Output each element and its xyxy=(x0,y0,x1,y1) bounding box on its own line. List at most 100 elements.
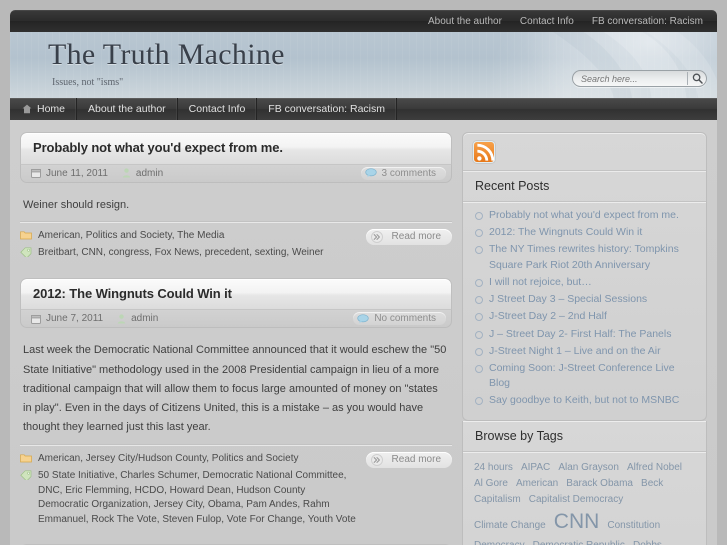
search-icon[interactable] xyxy=(688,71,706,86)
page-root: About the author Contact Info FB convers… xyxy=(0,0,727,545)
rss-area xyxy=(463,133,706,171)
search-box[interactable] xyxy=(572,70,707,87)
list-item: J-Street Night 1 – Live and on the Air xyxy=(475,344,696,359)
tag-link[interactable]: Capitalism xyxy=(474,494,521,505)
search-input[interactable] xyxy=(573,73,687,84)
recent-post-link[interactable]: The NY Times rewrites history: Tompkins … xyxy=(489,243,679,270)
post-header: 2012: The Wingnuts Could Win it xyxy=(20,277,452,310)
browse-by-tags-widget: Browse by Tags 24 hours AIPAC Alan Grays… xyxy=(462,420,707,545)
topbar-link-about[interactable]: About the author xyxy=(428,16,502,27)
site-wrapper: About the author Contact Info FB convers… xyxy=(10,10,717,545)
tag-link[interactable]: Beck xyxy=(641,478,663,489)
nav-item-contact-label: Contact Info xyxy=(188,103,246,115)
post-categories-row: American, Jersey City/Hudson County, Pol… xyxy=(20,452,358,467)
post-body: Weiner should resign. xyxy=(23,198,130,211)
post-meta-bar: June 7, 2011 admin No comments xyxy=(20,309,452,329)
post-comments-count: 3 comments xyxy=(381,167,436,179)
tag-icon xyxy=(20,469,32,481)
recent-post-link[interactable]: J – Street Day 2- First Half: The Panels xyxy=(489,328,671,340)
list-item: J – Street Day 2- First Half: The Panels xyxy=(475,327,696,342)
recent-post-link[interactable]: J-Street Night 1 – Live and on the Air xyxy=(489,345,661,357)
post-categories[interactable]: American, Politics and Society, The Medi… xyxy=(38,229,224,244)
tag-link[interactable]: Dobbs xyxy=(633,540,662,545)
post-tags[interactable]: 50 State Initiative, Charles Schumer, De… xyxy=(38,469,358,527)
recent-post-link[interactable]: J-Street Day 2 – 2nd Half xyxy=(489,310,607,322)
comment-bubble-icon xyxy=(357,314,369,324)
site-title: The Truth Machine xyxy=(48,38,285,71)
tag-link[interactable]: Climate Change xyxy=(474,520,546,531)
post-tags[interactable]: Breitbart, CNN, congress, Fox News, prec… xyxy=(38,246,323,261)
list-item: 2012: The Wingnuts Could Win it xyxy=(475,225,696,240)
tag-link[interactable]: Alan Grayson xyxy=(558,462,619,473)
nav-item-fb-conversation[interactable]: FB conversation: Racism xyxy=(257,98,398,120)
post-author-text[interactable]: admin xyxy=(136,168,163,179)
tag-link[interactable]: Barack Obama xyxy=(566,478,633,489)
post-author: admin xyxy=(122,168,163,179)
recent-post-link[interactable]: 2012: The Wingnuts Could Win it xyxy=(489,226,642,238)
banner-swoosh-graphic xyxy=(552,32,717,98)
topbar-link-contact[interactable]: Contact Info xyxy=(520,16,574,27)
post-date: June 11, 2011 xyxy=(31,168,108,179)
post-comments-link[interactable]: No comments xyxy=(353,312,446,326)
calendar-icon xyxy=(31,314,41,324)
read-more-button[interactable]: Read more xyxy=(365,228,452,245)
post-author: admin xyxy=(117,313,158,324)
recent-post-link[interactable]: J Street Day 3 – Special Sessions xyxy=(489,293,647,305)
browse-by-tags-title: Browse by Tags xyxy=(463,421,706,452)
list-item: Probably not what you'd expect from me. xyxy=(475,208,696,223)
user-icon xyxy=(122,168,131,178)
tag-link[interactable]: Constitution xyxy=(607,520,660,531)
list-item: I will not rejoice, but… xyxy=(475,275,696,290)
content-area: Probably not what you'd expect from me. … xyxy=(10,120,717,545)
tag-icon xyxy=(20,246,32,258)
double-chevron-right-icon xyxy=(369,230,385,243)
tag-link[interactable]: AIPAC xyxy=(521,462,550,473)
nav-item-about-the-author[interactable]: About the author xyxy=(77,98,178,120)
tag-link[interactable]: American xyxy=(516,478,558,489)
site-banner: The Truth Machine Issues, not "isms" xyxy=(10,32,717,98)
rss-feed-icon[interactable] xyxy=(473,141,495,163)
nav-item-contact-info[interactable]: Contact Info xyxy=(178,98,258,120)
post-entry: Probably not what you'd expect from me. … xyxy=(20,132,452,268)
list-item: J Street Day 3 – Special Sessions xyxy=(475,292,696,307)
recent-post-link[interactable]: Probably not what you'd expect from me. xyxy=(489,209,679,221)
post-author-text[interactable]: admin xyxy=(131,313,158,324)
tag-link[interactable]: Democratic Republic xyxy=(533,540,625,545)
recent-post-link[interactable]: Say goodbye to Keith, but not to MSNBC xyxy=(489,394,679,406)
nav-item-home[interactable]: Home xyxy=(10,98,78,120)
tag-link[interactable]: Al Gore xyxy=(474,478,508,489)
tag-link[interactable]: Capitalist Democracy xyxy=(529,494,623,505)
read-more-button[interactable]: Read more xyxy=(365,451,452,468)
post-date-text: June 7, 2011 xyxy=(46,313,104,325)
post-meta-bar: June 11, 2011 admin 3 comments xyxy=(20,163,452,183)
tag-link[interactable]: Democracy xyxy=(474,540,525,545)
post-categories-row: American, Politics and Society, The Medi… xyxy=(20,229,358,244)
tag-link[interactable]: Alfred Nobel xyxy=(627,462,682,473)
main-column: Probably not what you'd expect from me. … xyxy=(20,132,452,545)
recent-posts-widget: Recent Posts Probably not what you'd exp… xyxy=(462,132,707,421)
post-tags-row: 50 State Initiative, Charles Schumer, De… xyxy=(20,469,358,527)
nav-item-fb-label: FB conversation: Racism xyxy=(268,103,386,115)
post-title[interactable]: 2012: The Wingnuts Could Win it xyxy=(33,285,439,303)
comment-bubble-icon xyxy=(364,168,377,178)
calendar-icon xyxy=(31,168,41,179)
post-categories[interactable]: American, Jersey City/Hudson County, Pol… xyxy=(38,452,298,467)
tag-link[interactable]: CNN xyxy=(554,510,600,533)
recent-posts-list: Probably not what you'd expect from me. … xyxy=(463,202,706,420)
list-item: J-Street Day 2 – 2nd Half xyxy=(475,309,696,324)
tag-cloud: 24 hours AIPAC Alan Grayson Alfred Nobel… xyxy=(463,452,706,545)
topbar-link-fb-conversation[interactable]: FB conversation: Racism xyxy=(592,16,703,27)
folder-icon xyxy=(20,452,32,463)
recent-post-link[interactable]: I will not rejoice, but… xyxy=(489,276,592,288)
post-header: Probably not what you'd expect from me. xyxy=(20,132,452,164)
post-date-text: June 11, 2011 xyxy=(46,167,108,179)
tag-link[interactable]: 24 hours xyxy=(474,462,513,473)
list-item: Coming Soon: J-Street Conference Live Bl… xyxy=(475,361,696,391)
post-title[interactable]: Probably not what you'd expect from me. xyxy=(33,139,439,157)
folder-icon xyxy=(20,229,32,240)
post-comments-link[interactable]: 3 comments xyxy=(360,166,446,180)
nav-item-home-label: Home xyxy=(37,103,66,115)
read-more-label: Read more xyxy=(391,454,441,466)
post-tags-row: Breitbart, CNN, congress, Fox News, prec… xyxy=(20,246,358,261)
recent-post-link[interactable]: Coming Soon: J-Street Conference Live Bl… xyxy=(489,362,675,389)
